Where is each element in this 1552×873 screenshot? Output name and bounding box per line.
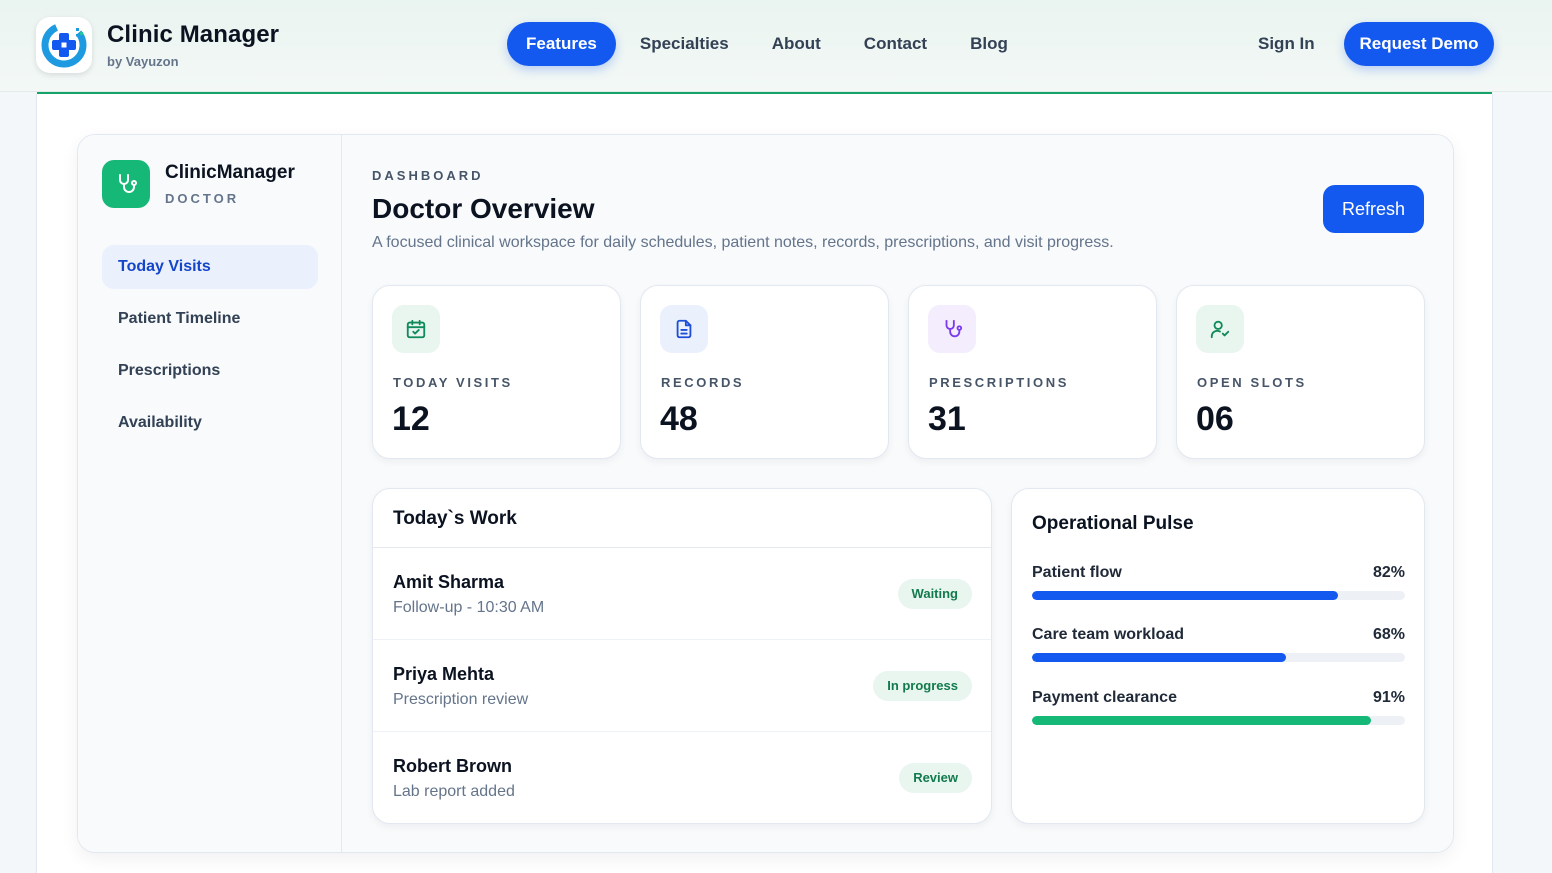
request-demo-button[interactable]: Request Demo [1344, 22, 1494, 66]
stethoscope-icon [102, 160, 150, 208]
stat-card-today-visits[interactable]: TODAY VISITS 12 [372, 285, 621, 459]
metric-patient-flow: Patient flow 82% [1032, 564, 1405, 608]
patient-name: Priya Mehta [393, 664, 495, 684]
operational-pulse-panel: Operational Pulse Patient flow 82% Care … [1011, 488, 1425, 824]
stat-value: 12 [392, 400, 430, 438]
progress-bar [1032, 653, 1405, 662]
progress-bar [1032, 591, 1405, 600]
sidebar-brand: ClinicManager DOCTOR [102, 160, 295, 208]
stethoscope-icon [928, 305, 976, 353]
top-navigation: Clinic Manager by Vayuzon Features Speci… [0, 0, 1552, 92]
stat-value: 06 [1196, 400, 1234, 438]
nav-link-features[interactable]: Features [507, 22, 616, 66]
visit-note: Prescription review [393, 691, 529, 708]
list-item[interactable]: Priya Mehta Prescription review In progr… [373, 640, 991, 732]
stat-value: 48 [660, 400, 698, 438]
sidebar-item-prescriptions[interactable]: Prescriptions [102, 349, 318, 393]
main-content: DASHBOARD Doctor Overview A focused clin… [342, 135, 1453, 852]
sidebar-role: DOCTOR [165, 191, 240, 206]
progress-fill [1032, 653, 1286, 662]
stat-label: PRESCRIPTIONS [929, 375, 1069, 390]
stat-label: TODAY VISITS [393, 375, 513, 390]
main-nav-links: Features Specialties About Contact Blog [507, 22, 1032, 66]
brand-subtitle: by Vayuzon [107, 54, 179, 69]
metric-label: Payment clearance [1032, 689, 1177, 706]
metric-value: 68% [1372, 626, 1405, 643]
nav-link-specialties[interactable]: Specialties [621, 22, 748, 66]
stats-row: TODAY VISITS 12 RECORDS 48 PRESCRIPTIONS… [372, 285, 1425, 459]
brand-name: Clinic Manager [107, 21, 280, 48]
page-subtitle: A focused clinical workspace for daily s… [372, 234, 1114, 251]
metric-label: Care team workload [1032, 626, 1185, 643]
todays-work-panel: Today`s Work Amit Sharma Follow-up - 10:… [372, 488, 992, 824]
user-check-icon [1196, 305, 1244, 353]
panel-title: Today`s Work [373, 489, 991, 548]
patient-name: Amit Sharma [393, 572, 505, 592]
page-container: ClinicManager DOCTOR Today Visits Patien… [36, 94, 1493, 873]
stat-card-open-slots[interactable]: OPEN SLOTS 06 [1176, 285, 1425, 459]
stat-value: 31 [928, 400, 966, 438]
stat-label: OPEN SLOTS [1197, 375, 1307, 390]
sidebar-item-availability[interactable]: Availability [102, 401, 318, 445]
page-title: Doctor Overview [372, 193, 595, 224]
metric-value: 91% [1372, 689, 1405, 706]
metric-payment-clearance: Payment clearance 91% [1032, 689, 1405, 733]
progress-fill [1032, 591, 1338, 600]
progress-fill [1032, 716, 1372, 725]
metric-care-team-workload: Care team workload 68% [1032, 626, 1405, 670]
clinic-logo-icon [36, 17, 92, 73]
sidebar: ClinicManager DOCTOR Today Visits Patien… [78, 135, 342, 852]
sign-in-link[interactable]: Sign In [1258, 22, 1315, 66]
page-eyebrow: DASHBOARD [372, 168, 484, 183]
brand[interactable]: Clinic Manager by Vayuzon [36, 17, 279, 73]
stat-label: RECORDS [661, 375, 745, 390]
nav-link-about[interactable]: About [753, 22, 840, 66]
refresh-button[interactable]: Refresh [1323, 185, 1424, 233]
sidebar-menu: Today Visits Patient Timeline Prescripti… [102, 245, 318, 453]
list-item[interactable]: Robert Brown Lab report added Review [373, 732, 991, 823]
metric-label: Patient flow [1032, 564, 1122, 581]
status-badge: Review [899, 763, 972, 793]
nav-link-blog[interactable]: Blog [951, 22, 1027, 66]
metric-value: 82% [1372, 564, 1405, 581]
progress-bar [1032, 716, 1405, 725]
visit-note: Lab report added [393, 783, 515, 800]
calendar-check-icon [392, 305, 440, 353]
status-badge: Waiting [897, 579, 972, 609]
stat-card-records[interactable]: RECORDS 48 [640, 285, 889, 459]
panel-title: Operational Pulse [1032, 513, 1194, 534]
stat-card-prescriptions[interactable]: PRESCRIPTIONS 31 [908, 285, 1157, 459]
sidebar-item-patient-timeline[interactable]: Patient Timeline [102, 297, 318, 341]
sidebar-brand-name: ClinicManager [165, 162, 295, 183]
nav-link-contact[interactable]: Contact [845, 22, 946, 66]
list-item[interactable]: Amit Sharma Follow-up - 10:30 AM Waiting [373, 548, 991, 640]
document-icon [660, 305, 708, 353]
dashboard-app-card: ClinicManager DOCTOR Today Visits Patien… [77, 134, 1454, 853]
sidebar-item-today-visits[interactable]: Today Visits [102, 245, 318, 289]
visit-note: Follow-up - 10:30 AM [393, 599, 545, 616]
status-badge: In progress [873, 671, 972, 701]
patient-name: Robert Brown [393, 756, 512, 776]
